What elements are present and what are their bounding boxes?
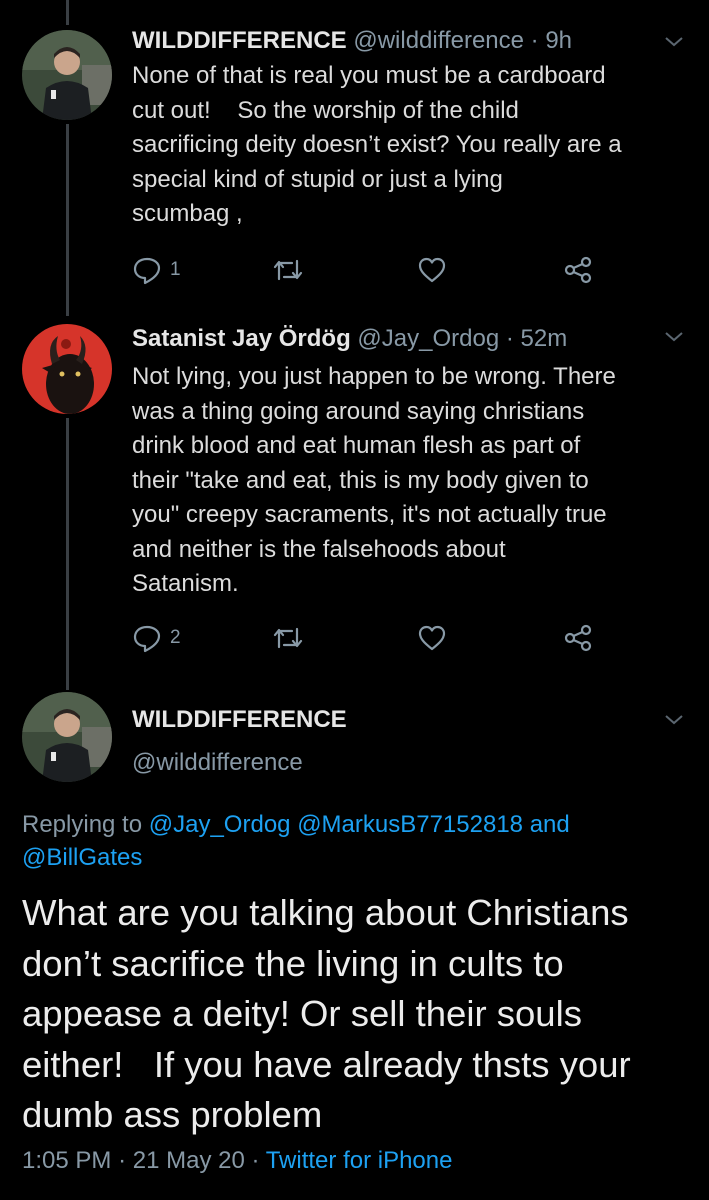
text-line: either! If you have already thsts your (22, 1043, 631, 1085)
mention-link[interactable]: @BillGates (22, 844, 142, 871)
mention-link[interactable]: @Jay_Ordog (149, 811, 291, 838)
share-button[interactable] (562, 252, 594, 288)
text-line: drink blood and eat human flesh as part … (132, 432, 581, 459)
retweet-icon (273, 627, 303, 649)
thread-line-1 (66, 124, 69, 316)
reply-icon (133, 625, 161, 653)
separator: · (251, 1147, 260, 1174)
share-button[interactable] (562, 620, 594, 656)
display-name[interactable]: WILDDIFFERENCE (132, 27, 347, 54)
tweet-text: What are you talking about Christians do… (22, 888, 702, 1141)
reply-count: 1 (170, 259, 181, 280)
reply-button[interactable]: 2 (132, 620, 181, 656)
retweet-icon (273, 259, 303, 281)
mention-link[interactable]: @MarkusB77152818 (297, 811, 523, 838)
replying-to: Replying to @Jay_Ordog @MarkusB77152818 … (22, 808, 682, 874)
replying-prefix: Replying to (22, 811, 143, 838)
text-line: scumbag , (132, 200, 243, 227)
handle[interactable]: @Jay_Ordog (357, 325, 499, 352)
reply-count: 2 (170, 627, 181, 648)
text-line: appease a deity! Or sell their souls (22, 993, 582, 1034)
thread-line-top (66, 0, 69, 25)
tweet-actions: 2 (132, 620, 612, 656)
tweet-text: None of that is real you must be a cardb… (132, 59, 692, 232)
text-line: you" creepy sacraments, it's not actuall… (132, 501, 607, 528)
client-link[interactable]: Twitter for iPhone (266, 1147, 453, 1174)
chevron-down-icon[interactable] (660, 327, 688, 347)
separator: · (118, 1147, 127, 1174)
and-link[interactable]: and (530, 811, 570, 838)
tweet-meta: 1:05 PM · 21 May 20 · Twitter for iPhone (22, 1145, 452, 1177)
like-button[interactable] (417, 252, 447, 288)
timestamp[interactable]: · 52m (506, 325, 567, 352)
chevron-down-icon[interactable] (660, 32, 688, 52)
text-line: don’t sacrifice the living in cults to (22, 942, 564, 984)
display-name[interactable]: WILDDIFFERENCE (132, 705, 347, 735)
tweet-time: 1:05 PM (22, 1147, 112, 1174)
like-button[interactable] (417, 620, 447, 656)
avatar-wilddifference[interactable] (22, 30, 112, 120)
chevron-down-icon[interactable] (660, 710, 688, 730)
share-icon (564, 624, 592, 652)
handle[interactable]: @wilddifference (132, 748, 303, 778)
reply-icon (133, 257, 161, 285)
tweet-actions: 1 (132, 252, 612, 288)
text-line: cut out! So the worship of the child (132, 96, 519, 124)
share-icon (564, 256, 592, 284)
text-line: Satanism. (132, 570, 239, 597)
tweet-text: Not lying, you just happen to be wrong. … (132, 360, 692, 602)
text-line: sacrificing deity doesn’t exist? You rea… (132, 131, 622, 158)
text-line: was a thing going around saying christia… (132, 397, 585, 425)
text-line: What are you talking about Christians (22, 892, 629, 933)
tweet-date: 21 May 20 (132, 1147, 245, 1174)
text-line: their "take and eat, this is my body giv… (132, 466, 589, 494)
thread-line-2 (66, 418, 69, 690)
tweet-header: WILDDIFFERENCE @wilddifference · 9h (132, 26, 572, 56)
handle[interactable]: @wilddifference (353, 27, 524, 54)
like-icon (418, 625, 446, 651)
text-line: None of that is real you must be a cardb… (132, 62, 606, 89)
tweet-header: Satanist Jay Ördög @Jay_Ordog · 52m (132, 324, 567, 354)
display-name[interactable]: Satanist Jay Ördög (132, 325, 351, 352)
text-line: special kind of stupid or just a lying (132, 165, 503, 193)
retweet-button[interactable] (272, 252, 304, 288)
avatar-wilddifference[interactable] (22, 692, 112, 782)
text-line: Not lying, you just happen to be wrong. … (132, 363, 616, 390)
avatar-jay-ordog[interactable] (22, 324, 112, 414)
retweet-button[interactable] (272, 620, 304, 656)
text-line: and neither is the falsehoods about (132, 535, 506, 563)
text-line: dumb ass problem (22, 1094, 323, 1135)
like-icon (418, 257, 446, 283)
reply-button[interactable]: 1 (132, 252, 181, 288)
timestamp[interactable]: · 9h (531, 27, 572, 54)
